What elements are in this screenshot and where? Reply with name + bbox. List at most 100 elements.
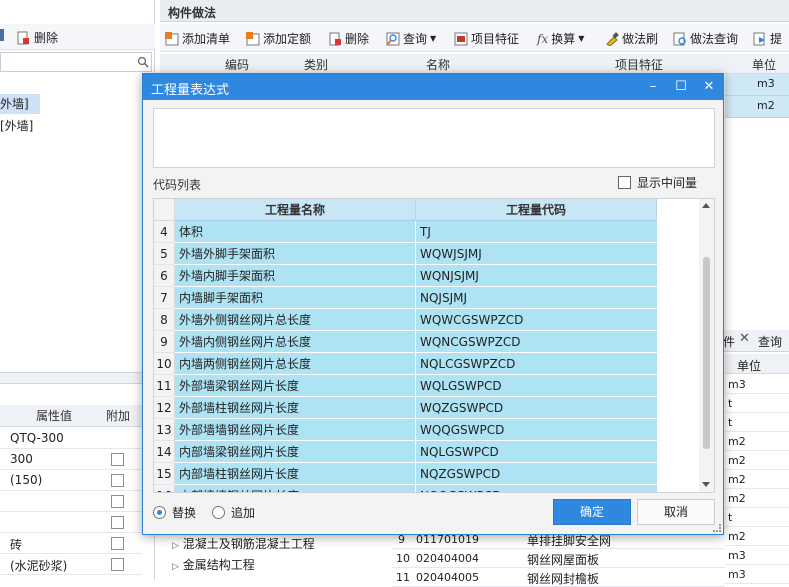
dialog-titlebar[interactable]: 工程量表达式 – ☐ ✕ [143, 74, 723, 100]
minimize-icon[interactable]: – [643, 77, 663, 97]
delete-button[interactable]: 删除 [328, 30, 369, 47]
table-row[interactable]: m3 [725, 74, 789, 96]
quantity-code-cell[interactable]: WQLGSWPCD [416, 375, 657, 397]
item-feature-button[interactable]: 项目特征 [454, 30, 519, 47]
quantity-code-cell[interactable]: NQLCGSWPZCD [416, 353, 657, 375]
cancel-button[interactable]: 取消 [637, 499, 715, 525]
table-row[interactable]: 10 内墙两侧钢丝网片总长度 NQLCGSWPZCD [154, 353, 657, 375]
quantity-code-cell[interactable]: WQWCGSWPZCD [416, 309, 657, 331]
method-brush-button[interactable]: 做法刷 [605, 30, 658, 47]
table-row[interactable]: 11 外部墙梁钢丝网片长度 WQLGSWPCD [154, 375, 657, 397]
prop-checkbox[interactable] [111, 537, 124, 550]
left-delete-button[interactable]: 删除 [16, 29, 58, 46]
table-row[interactable]: 13 外部墙墙钢丝网片长度 WQQGSWPCD [154, 419, 657, 441]
prop-checkbox[interactable] [111, 558, 124, 571]
quantity-name-cell[interactable]: 外部墙梁钢丝网片长度 [175, 375, 416, 397]
scroll-down-icon[interactable] [702, 482, 710, 487]
quantity-code-cell[interactable]: WQNCGSWPZCD [416, 331, 657, 353]
add-list-button[interactable]: 添加清单 [165, 30, 230, 47]
tab-partial[interactable]: 件 [723, 333, 735, 350]
tree-item-selected[interactable]: 外墙] [0, 94, 40, 114]
quantity-name-cell[interactable]: 内部墙墙钢丝网片长度 [175, 485, 416, 492]
table-row[interactable]: m3 [725, 375, 789, 394]
table-row[interactable]: 14 内部墙梁钢丝网片长度 NQLGSWPCD [154, 441, 657, 463]
maximize-icon[interactable]: ☐ [671, 77, 691, 97]
table-row[interactable]: 6 外墙内脚手架面积 WQNJSJMJ [154, 265, 657, 287]
table-row[interactable]: t [725, 394, 789, 413]
left-search-input[interactable] [0, 52, 152, 72]
prop-row[interactable]: (水泥砂浆) [0, 554, 142, 575]
close-icon[interactable]: ✕ [739, 331, 750, 346]
quantity-code-cell[interactable]: WQWJSJMJ [416, 243, 657, 265]
quantity-code-cell[interactable]: NQLGSWPCD [416, 441, 657, 463]
append-label[interactable]: 追加 [231, 504, 255, 521]
table-row[interactable]: 4 体积 TJ [154, 221, 657, 243]
table-row[interactable]: 8 外墙外侧钢丝网片总长度 WQWCGSWPZCD [154, 309, 657, 331]
quantity-code-cell[interactable]: NQQGSWPCD [416, 485, 657, 492]
table-row[interactable]: m2 [725, 451, 789, 470]
quantity-name-cell[interactable]: 外部墙墙钢丝网片长度 [175, 419, 416, 441]
scrollbar-thumb[interactable] [703, 257, 710, 449]
col-quantity-name[interactable]: 工程量名称 [175, 199, 416, 221]
scroll-up-icon[interactable] [702, 203, 710, 208]
table-row[interactable]: m3 [725, 565, 789, 584]
table-row[interactable]: 16内部墙墙钢丝网片长度NQQGSWPCD [154, 485, 657, 492]
checkbox[interactable] [618, 176, 631, 189]
table-row[interactable]: m2 [725, 432, 789, 451]
table-row[interactable]: 15 内部墙柱钢丝网片长度 NQZGSWPCD [154, 463, 657, 485]
quantity-name-cell[interactable]: 体积 [175, 221, 416, 243]
prop-row[interactable] [0, 491, 142, 512]
table-row[interactable]: 9 外墙内侧钢丝网片总长度 WQNCGSWPZCD [154, 331, 657, 353]
table-row[interactable]: m2 [725, 527, 789, 546]
table-row[interactable]: m3 [725, 546, 789, 565]
replace-radio[interactable] [153, 506, 166, 519]
tree-item[interactable]: ▷ 混凝土及钢筋混凝土工程 [172, 535, 315, 552]
quantity-name-cell[interactable]: 内部墙梁钢丝网片长度 [175, 441, 416, 463]
prop-row[interactable]: 300 [0, 449, 142, 470]
quantity-name-cell[interactable]: 外墙内脚手架面积 [175, 265, 416, 287]
table-row[interactable]: 11 020404005 钢丝网封檐板 [392, 568, 725, 587]
prop-row[interactable]: QTQ-300 [0, 428, 142, 449]
quantity-name-cell[interactable]: 外部墙柱钢丝网片长度 [175, 397, 416, 419]
search-icon[interactable] [137, 56, 149, 68]
prop-row[interactable]: 砖 [0, 533, 142, 554]
method-query-button[interactable]: 做法查询 [673, 30, 738, 47]
col-quantity-code[interactable]: 工程量代码 [416, 199, 657, 221]
ok-button[interactable]: 确定 [553, 499, 631, 525]
prop-checkbox[interactable] [111, 495, 124, 508]
add-quota-button[interactable]: 添加定额 [246, 30, 311, 47]
table-row[interactable]: m2 [725, 489, 789, 508]
table-row[interactable]: 7 内墙脚手架面积 NQJSJMJ [154, 287, 657, 309]
table-row[interactable]: t [725, 508, 789, 527]
tree-item[interactable]: [外墙] [0, 116, 33, 136]
close-icon[interactable]: ✕ [699, 77, 719, 97]
expression-input[interactable] [153, 108, 715, 168]
query-button[interactable]: 查询 ▼ [386, 30, 436, 47]
quantity-name-cell[interactable]: 内墙脚手架面积 [175, 287, 416, 309]
convert-button[interactable]: fx 换算 ▼ [537, 30, 584, 47]
resize-grip[interactable] [713, 524, 721, 532]
quantity-name-cell[interactable]: 内部墙柱钢丝网片长度 [175, 463, 416, 485]
quantity-name-cell[interactable]: 内墙两侧钢丝网片总长度 [175, 353, 416, 375]
prop-row[interactable]: (150) [0, 470, 142, 491]
table-row[interactable]: t [725, 413, 789, 432]
quantity-code-cell[interactable]: NQJSJMJ [416, 287, 657, 309]
replace-label[interactable]: 替换 [172, 504, 196, 521]
quantity-code-cell[interactable]: TJ [416, 221, 657, 243]
quantity-code-cell[interactable]: WQNJSJMJ [416, 265, 657, 287]
tab-query[interactable]: 查询 [758, 333, 782, 350]
table-row[interactable]: m2 [725, 96, 789, 118]
show-intermediate-checkbox[interactable]: 显示中间量 [618, 174, 697, 191]
append-radio[interactable] [212, 506, 226, 519]
quantity-code-cell[interactable]: NQZGSWPCD [416, 463, 657, 485]
quantity-name-cell[interactable]: 外墙内侧钢丝网片总长度 [175, 331, 416, 353]
table-row[interactable]: m2 [725, 470, 789, 489]
table-row[interactable]: 10 020404004 钢丝网屋面板 [392, 549, 725, 568]
vertical-scrollbar[interactable] [699, 199, 714, 492]
prop-checkbox[interactable] [111, 516, 124, 529]
prop-checkbox[interactable] [111, 453, 124, 466]
left-toolbar-icon-fragment[interactable] [0, 29, 4, 41]
quantity-name-cell[interactable]: 外墙外侧钢丝网片总长度 [175, 309, 416, 331]
table-row[interactable]: 12 外部墙柱钢丝网片长度 WQZGSWPCD [154, 397, 657, 419]
quantity-code-cell[interactable]: WQZGSWPCD [416, 397, 657, 419]
